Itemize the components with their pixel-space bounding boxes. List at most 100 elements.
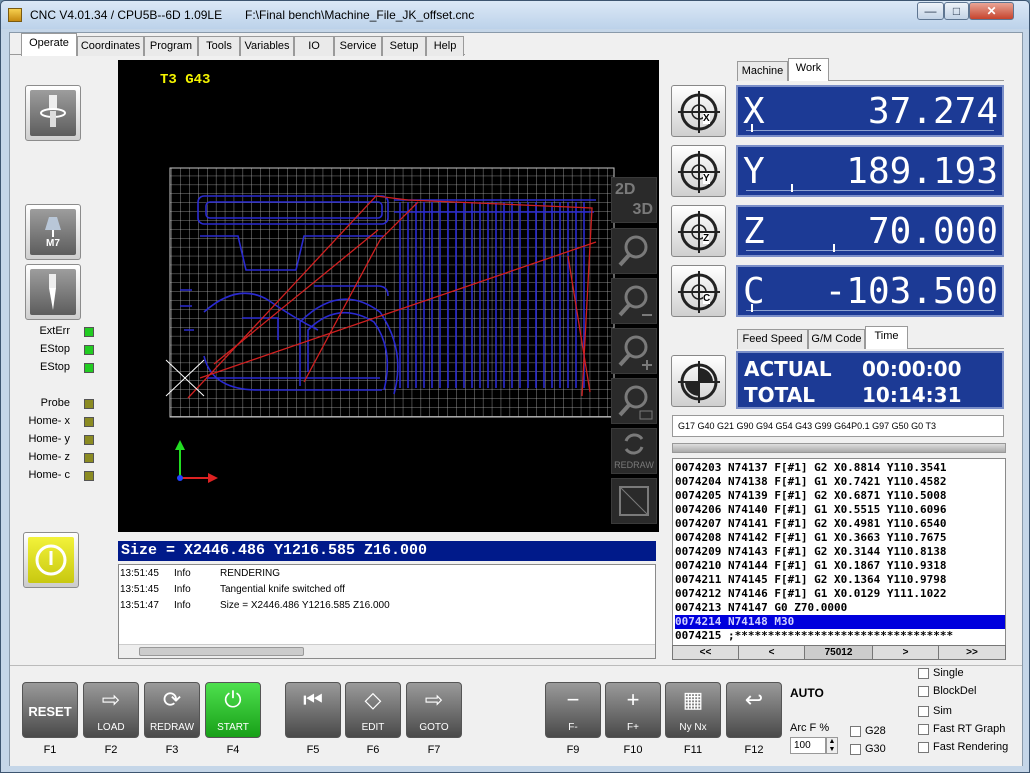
feed-plus-icon: + [626,687,640,712]
array-button[interactable]: ▦ Ny Nx [665,682,721,738]
coolant-m7-button[interactable]: M7 [25,204,81,260]
program-line[interactable]: 0074205 N74139 F[#1] G2 X0.6871 Y110.500… [675,489,947,503]
zoom-fit-icon [618,235,648,267]
g30-checkbox[interactable] [850,744,861,755]
close-button[interactable]: ✕ [969,2,1014,20]
origin-button[interactable] [671,355,726,407]
status-label: ExtErr [39,325,70,337]
feed-minus-button[interactable]: − F- [545,682,601,738]
fast-rendering-checkbox[interactable] [918,742,929,753]
program-line[interactable]: 0074207 N74141 F[#1] G2 X0.4981 Y110.654… [675,517,947,531]
power-button[interactable] [23,532,79,588]
m7-label: M7 [46,237,60,249]
blockdel-checkbox[interactable] [918,686,929,697]
array-icon: ▦ [682,687,704,712]
program-line[interactable]: 0074211 N74145 F[#1] G2 X0.1364 Y110.979… [675,573,947,587]
rewind-button[interactable]: ⏮ [285,682,341,738]
program-line[interactable]: 0074214 N74148 M30 [675,615,1005,629]
zoom-window-button[interactable] [611,378,657,424]
log-scroll-thumb[interactable] [139,647,304,656]
axis-value: 189.193 [846,151,998,192]
program-line[interactable]: 0074206 N74140 F[#1] G1 X0.5515 Y110.609… [675,503,947,517]
program-line[interactable]: 0074204 N74138 F[#1] G1 X0.7421 Y110.458… [675,475,947,489]
tab-setup[interactable]: Setup [382,36,426,56]
zero-y-button[interactable]: Y [671,145,726,197]
zoom-out-button[interactable] [611,278,657,324]
zero-z-button[interactable]: Z [671,205,726,257]
program-line[interactable]: 0074210 N74144 F[#1] G1 X0.1867 Y110.931… [675,559,947,573]
tab-variables[interactable]: Variables [240,36,294,56]
tab-service[interactable]: Service [334,36,382,56]
maximize-button[interactable]: □ [944,2,969,20]
knife-button[interactable] [25,264,81,320]
tab-feed-speed[interactable]: Feed Speed [737,329,808,349]
nav-next-button[interactable]: > [873,646,939,659]
tab-program[interactable]: Program [144,36,198,56]
message-log[interactable]: 13:51:45 Info RENDERING 13:51:45 Info Tangent… [118,564,656,659]
nav-line-number[interactable]: 75012 [805,646,873,659]
zoom-window-icon [618,385,653,420]
tab-operate[interactable]: Operate [21,33,77,56]
edit-button[interactable]: ◇ EDIT [345,682,401,738]
redraw-button[interactable]: ⟳ REDRAW [144,682,200,738]
axis-c-display: C -103.500 [736,265,1004,317]
tab-machine[interactable]: Machine [737,61,788,81]
status-label: Home- y [28,433,70,445]
program-line[interactable]: 0074209 N74143 F[#1] G2 X0.3144 Y110.813… [675,545,947,559]
redraw-icon: ⟳ [162,687,182,712]
minimize-button[interactable]: — [917,2,944,20]
app-title: CNC V4.01.34 / CPU5B--6D 1.09LE [30,8,223,22]
load-button[interactable]: ⇨ LOAD [83,682,139,738]
feed-plus-button[interactable]: + F+ [605,682,661,738]
view-3d-label: 3D [632,201,653,218]
program-line[interactable]: 0074208 N74142 F[#1] G1 X0.3663 Y110.767… [675,531,947,545]
zero-c-button[interactable]: C [671,265,726,317]
program-navigation: << < 75012 > >> [672,645,1006,660]
nav-first-button[interactable]: << [673,646,739,659]
arc-f-spinner[interactable]: ▲ ▼ [826,737,838,754]
tab-coordinates[interactable]: Coordinates [77,36,144,56]
nav-prev-button[interactable]: < [739,646,805,659]
view-2d3d-button[interactable]: 2D 3D [611,177,657,223]
tab-time[interactable]: Time [865,326,908,349]
tab-work[interactable]: Work [788,58,829,81]
feed-minus-icon: − [566,687,580,712]
g28-checkbox[interactable] [850,726,861,737]
start-button[interactable]: ⏻ START [205,682,261,738]
fkey-label: F- [568,722,578,733]
fast-rt-graph-checkbox[interactable] [918,724,929,735]
program-line[interactable]: 0074215 ;*******************************… [675,629,953,643]
tab-help[interactable]: Help [426,36,464,56]
crosshair-icon [678,151,720,193]
goto-button[interactable]: ⇨ GOTO [406,682,462,738]
log-scrollbar[interactable] [119,644,655,658]
tab-tools[interactable]: Tools [198,36,240,56]
axis-name: Y [743,151,765,192]
arc-f-input[interactable] [790,737,826,754]
spindle-button[interactable] [25,85,81,141]
program-line[interactable]: 0074203 N74137 F[#1] G2 X0.8814 Y110.354… [675,461,947,475]
nav-last-button[interactable]: >> [939,646,1005,659]
zoom-fit-button[interactable] [611,228,657,274]
axis-name: C [743,271,765,312]
program-line[interactable]: 0074212 N74146 F[#1] G1 X0.0129 Y111.102… [675,587,947,601]
file-path: F:\Final bench\Machine_File_JK_offset.cn… [245,8,475,22]
start-icon: ⏻ [224,687,242,712]
zoom-in-button[interactable] [611,328,657,374]
program-splitter[interactable] [672,443,1006,453]
zero-x-button[interactable]: X [671,85,726,137]
view-box-button[interactable] [611,478,657,524]
toolpath-viewport[interactable]: T3 G43 2D 3D REDRAW [118,60,659,532]
program-line[interactable]: 0074213 N74147 G0 Z70.0000 [675,601,847,615]
undo-button[interactable]: ↩ [726,682,782,738]
axis-position-marker [790,184,793,192]
tab-io[interactable]: IO [294,36,334,56]
fkey-label: GOTO [419,722,449,733]
origin-icon [678,361,720,403]
program-listing[interactable]: 0074203 N74137 F[#1] G2 X0.8814 Y110.354… [672,458,1006,660]
single-checkbox[interactable] [918,668,929,679]
tab-gm-code[interactable]: G/M Code [808,329,865,349]
sim-checkbox[interactable] [918,706,929,717]
redraw-view-button[interactable]: REDRAW [611,428,657,474]
reset-button[interactable]: RESET [22,682,78,738]
